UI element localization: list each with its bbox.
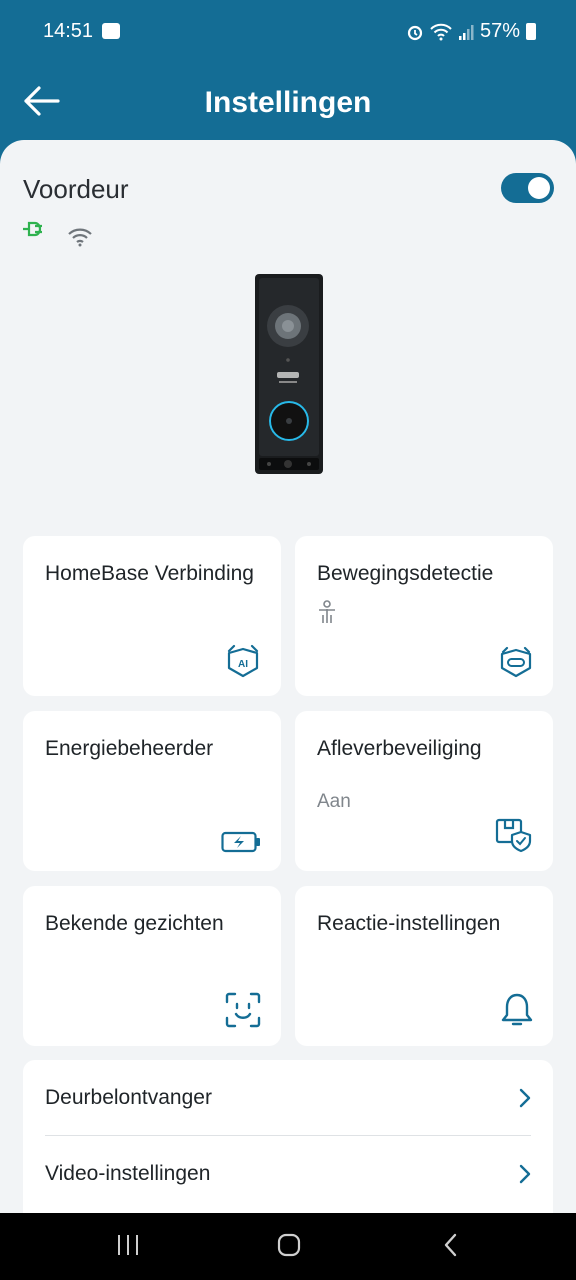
card-status: Aan <box>317 791 351 812</box>
face-scan-icon <box>225 992 261 1028</box>
card-title: Bekende gezichten <box>45 912 224 935</box>
card-energy-manager[interactable]: Energiebeheerder <box>23 711 281 871</box>
device-enable-toggle[interactable] <box>501 173 554 203</box>
bell-icon <box>501 993 533 1026</box>
person-icon <box>319 600 335 623</box>
status-time: 14:51 <box>43 20 94 42</box>
motion-detection-icon <box>500 646 532 678</box>
doorbell-device-image <box>255 274 323 474</box>
list-item-label: Video-instellingen <box>45 1161 211 1185</box>
gallery-notification-icon <box>102 23 120 39</box>
card-title: Afleverbeveiliging <box>317 737 482 760</box>
card-title: Reactie-instellingen <box>317 912 501 935</box>
settings-sheet: Voordeur HomeBase Verbinding AI Beweging… <box>0 140 576 1213</box>
settings-list: Deurbelontvanger Video-instellingen <box>23 1060 553 1213</box>
alarm-icon <box>407 25 423 40</box>
home-icon[interactable] <box>277 1233 301 1257</box>
app-bar: Instellingen <box>0 64 576 140</box>
card-homebase-connection[interactable]: HomeBase Verbinding AI <box>23 536 281 696</box>
card-response-settings[interactable]: Reactie-instellingen <box>295 886 553 1046</box>
list-item-doorbell-receiver[interactable]: Deurbelontvanger <box>45 1060 531 1135</box>
card-title: Energiebeheerder <box>45 737 214 760</box>
card-motion-detection[interactable]: Bewegingsdetectie <box>295 536 553 696</box>
card-title: Bewegingsdetectie <box>317 562 494 585</box>
card-title: HomeBase Verbinding <box>45 562 254 585</box>
chevron-right-icon <box>519 1164 531 1183</box>
card-delivery-guard[interactable]: Afleverbeveiliging Aan <box>295 711 553 871</box>
system-back-icon[interactable] <box>442 1233 460 1257</box>
signal-icon <box>458 24 474 40</box>
wifi-signal-icon <box>68 228 92 247</box>
list-item-video-settings[interactable]: Video-instellingen <box>45 1136 531 1211</box>
battery-charging-icon <box>221 831 260 853</box>
plug-power-icon <box>23 221 42 237</box>
toggle-knob <box>528 177 550 199</box>
device-name: Voordeur <box>23 174 129 204</box>
list-item-label: Deurbelontvanger <box>45 1085 212 1109</box>
chevron-right-icon <box>519 1088 531 1107</box>
wifi-status-icon <box>430 23 452 40</box>
package-shield-icon <box>495 818 532 853</box>
battery-icon <box>526 23 536 40</box>
page-title: Instellingen <box>204 86 372 119</box>
battery-percent: 57% <box>479 20 520 42</box>
system-nav-bar <box>0 1213 576 1280</box>
status-bar: 14:51 57% <box>0 0 576 64</box>
svg-text:AI: AI <box>238 659 248 670</box>
homebase-ai-icon: AI <box>227 644 259 678</box>
status-icons: 57% <box>406 20 536 43</box>
card-known-faces[interactable]: Bekende gezichten <box>23 886 281 1046</box>
recent-apps-icon[interactable] <box>116 1233 140 1257</box>
